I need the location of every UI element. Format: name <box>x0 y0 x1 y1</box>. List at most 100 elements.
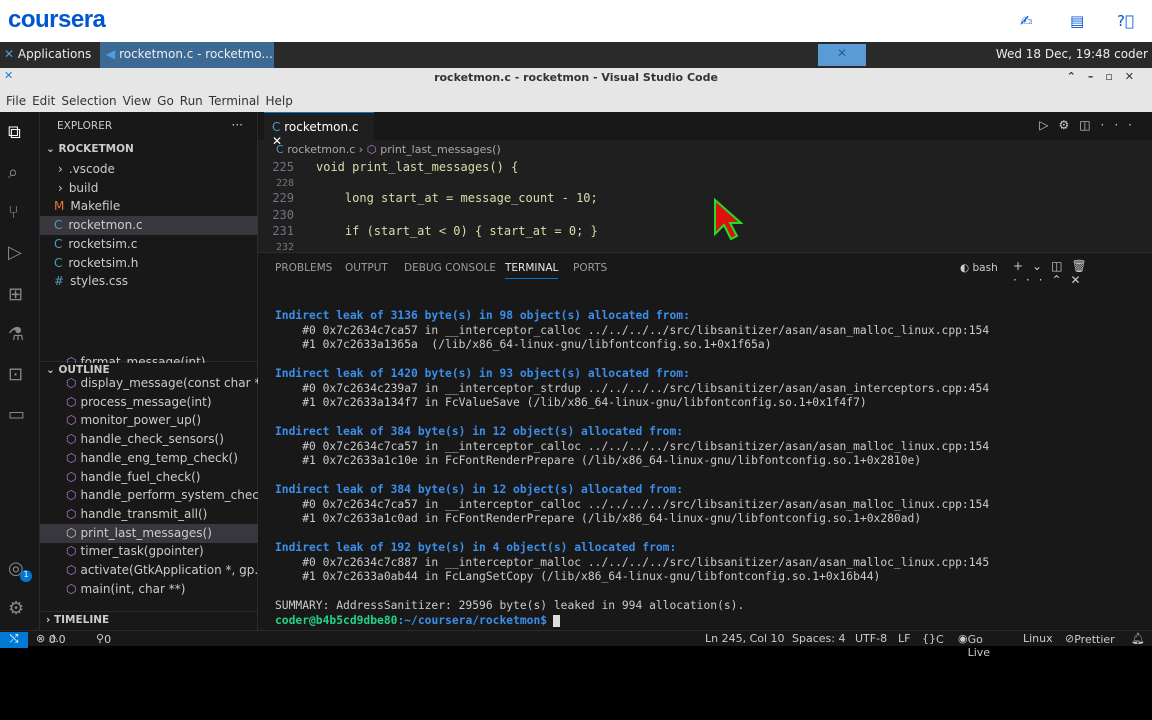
outline-item[interactable]: ⬡ print_last_messages() <box>40 523 258 543</box>
menu-go[interactable]: Go <box>157 94 174 108</box>
breadcrumb-symbol[interactable]: print_last_messages() <box>380 143 500 156</box>
go-live-button[interactable]: ◉ Go Live <box>958 632 990 659</box>
window-controls[interactable]: ⌃–▫✕ <box>1067 70 1146 83</box>
outline-label: print_last_messages() <box>80 525 212 540</box>
outline-item[interactable]: ⬡ handle_eng_temp_check() <box>40 449 258 468</box>
leak-header: Indirect leak of 384 byte(s) in 12 objec… <box>275 425 684 438</box>
file-label: build <box>68 180 99 195</box>
search-icon[interactable]: ⌕ <box>8 162 18 183</box>
os-indicator[interactable]: Linux <box>1023 632 1053 645</box>
file-item[interactable]: Crocketsim.h <box>40 254 258 273</box>
window-title: rocketmon.c - rocketmon - Visual Studio … <box>434 71 718 84</box>
notifications-bell-icon[interactable]: 🔔︎ <box>1131 632 1145 645</box>
stack-frame: #1 0x7c2633a1c10e in FcFontRenderPrepare… <box>275 454 922 467</box>
tab-problems[interactable]: PROBLEMS <box>275 262 332 274</box>
remote-explorer-icon[interactable]: ⊡ <box>8 364 23 385</box>
method-icon: ⬡ <box>66 450 77 465</box>
menu-run[interactable]: Run <box>180 94 203 108</box>
line-number: 225 <box>272 160 294 174</box>
file-item[interactable]: M Makefile <box>40 197 258 216</box>
outline-item[interactable]: ⬡ display_message(const char *) <box>40 374 258 393</box>
terminal-icon: ◐ <box>960 262 973 274</box>
test-icon[interactable]: ⚗ <box>8 324 24 345</box>
terminal-actions[interactable]: +⌄◫🗑···⌃✕ <box>1013 259 1152 287</box>
extensions-icon[interactable]: ⊞ <box>8 284 23 305</box>
applications-menu[interactable]: ✕ Applications <box>4 47 91 61</box>
method-icon: ⬡ <box>66 413 77 428</box>
chat-icon[interactable]: ▭ <box>8 404 25 425</box>
cursor-position[interactable]: Ln 245, Col 10 <box>705 632 785 645</box>
method-icon: ⬡ <box>66 581 77 596</box>
panel: PROBLEMS OUTPUT DEBUG CONSOLE TERMINAL P… <box>258 252 1152 630</box>
file-item[interactable]: Crocketsim.c <box>40 235 258 254</box>
language-mode[interactable]: {} C <box>922 632 944 646</box>
outline-item[interactable]: ⬡ process_message(int) <box>40 393 258 412</box>
tab-debug-console[interactable]: DEBUG CONSOLE <box>404 262 496 274</box>
taskbar-window-button[interactable]: ◀ rocketmon.c - rocketmo... <box>100 42 274 68</box>
outline-item[interactable]: ⬡ monitor_power_up() <box>40 411 258 430</box>
editor-actions[interactable]: ▷⚙◫··· <box>1039 118 1142 132</box>
tab-rocketmon-c[interactable]: C rocketmon.c ✕ <box>264 112 374 148</box>
code-line: 229 long start_at = message_count - 10; <box>258 191 597 205</box>
port-count: 0 <box>104 633 112 646</box>
ports-status[interactable]: ⚲ 0 <box>96 632 111 646</box>
outline-item[interactable]: ⬡ main(int, char **) <box>40 580 258 599</box>
outline-label: process_message(int) <box>80 394 212 409</box>
menu-terminal[interactable]: Terminal <box>209 94 260 108</box>
prettier-button[interactable]: ⊘ Prettier <box>1065 632 1115 646</box>
settings-gear-icon[interactable]: ⚙ <box>8 598 24 619</box>
outline-item[interactable]: ⬡ timer_task(gpointer) <box>40 542 258 561</box>
indentation[interactable]: Spaces: 4 <box>792 632 845 645</box>
file-item[interactable]: Crocketmon.c <box>40 216 258 236</box>
outline-item[interactable]: ⬡ handle_check_sensors() <box>40 430 258 449</box>
coursera-logo[interactable]: coursera <box>8 6 106 34</box>
folder-rocketmon[interactable]: ⌄ ROCKETMON <box>40 141 258 160</box>
menu-help[interactable]: Help <box>266 94 293 108</box>
problems-status[interactable]: ⊗ 0 ⚠ 0 <box>36 632 66 646</box>
outline-item[interactable]: ⬡ activate(GtkApplication *, gp... <box>40 561 258 580</box>
terminal-shell-selector[interactable]: ◐ bash <box>960 262 998 274</box>
menu-selection[interactable]: Selection <box>61 94 116 108</box>
eol[interactable]: LF <box>898 632 910 645</box>
more-actions-icon[interactable]: ··· <box>232 118 243 132</box>
file-item[interactable]: # styles.css <box>40 272 258 291</box>
stack-frame: #0 0x7c2634c7ca57 in __interceptor_callo… <box>275 439 990 453</box>
run-debug-icon[interactable]: ▷ <box>8 242 22 263</box>
file-label: Makefile <box>70 199 121 214</box>
code-editor[interactable]: 225 void print_last_messages() {228 229 lo… <box>258 160 1142 253</box>
remote-indicator[interactable]: ⤭ <box>0 632 28 648</box>
breadcrumb: C rocketmon.c › ⬡ print_last_messages() <box>276 143 501 156</box>
outline-item[interactable]: ⬡ format_message(int) <box>40 355 258 363</box>
tab-output[interactable]: OUTPUT <box>345 262 388 274</box>
menu-file[interactable]: File <box>6 94 26 108</box>
accessibility-icon[interactable]: ✍ <box>1020 12 1033 30</box>
breadcrumb-file[interactable]: rocketmon.c <box>287 143 355 156</box>
line-number: 228 <box>275 178 294 189</box>
vscode-launcher[interactable]: ✕ <box>818 44 866 66</box>
tab-terminal[interactable]: TERMINAL <box>505 262 559 279</box>
code-line: 228 <box>258 178 316 189</box>
terminal-output[interactable]: Indirect leak of 3136 byte(s) in 98 obje… <box>275 309 989 628</box>
leak-header: Indirect leak of 1420 byte(s) in 93 obje… <box>275 367 690 380</box>
editor-tabs: C rocketmon.c ✕ ▷⚙◫··· <box>258 112 1152 148</box>
timeline-header[interactable]: › TIMELINE <box>40 611 258 630</box>
menu-edit[interactable]: Edit <box>32 94 55 108</box>
notes-icon[interactable]: ▤ <box>1070 12 1084 30</box>
chevron-right-icon: › <box>58 180 63 195</box>
taskbar: ✕ Applications ◀ rocketmon.c - rocketmo.… <box>0 42 1152 68</box>
explorer-icon[interactable]: ⧉ <box>8 122 21 143</box>
stack-frame: #0 0x7c2634c7ca57 in __interceptor_callo… <box>275 323 990 337</box>
help-icon[interactable]: ?⃝ <box>1117 12 1134 30</box>
file-item[interactable]: › build <box>40 179 258 198</box>
file-item[interactable]: › .vscode <box>40 160 258 179</box>
menu-view[interactable]: View <box>123 94 151 108</box>
tab-ports[interactable]: PORTS <box>573 262 607 274</box>
outline-label: format_message(int) <box>80 355 206 364</box>
encoding[interactable]: UTF-8 <box>855 632 887 645</box>
outline-item[interactable]: ⬡ handle_fuel_check() <box>40 468 258 487</box>
tab-label: rocketmon.c <box>284 120 359 134</box>
outline-item[interactable]: ⬡ handle_perform_system_chec... <box>40 486 258 505</box>
outline-item[interactable]: ⬡ handle_transmit_all() <box>40 505 258 524</box>
source-control-icon[interactable]: ⑂ <box>8 202 19 223</box>
